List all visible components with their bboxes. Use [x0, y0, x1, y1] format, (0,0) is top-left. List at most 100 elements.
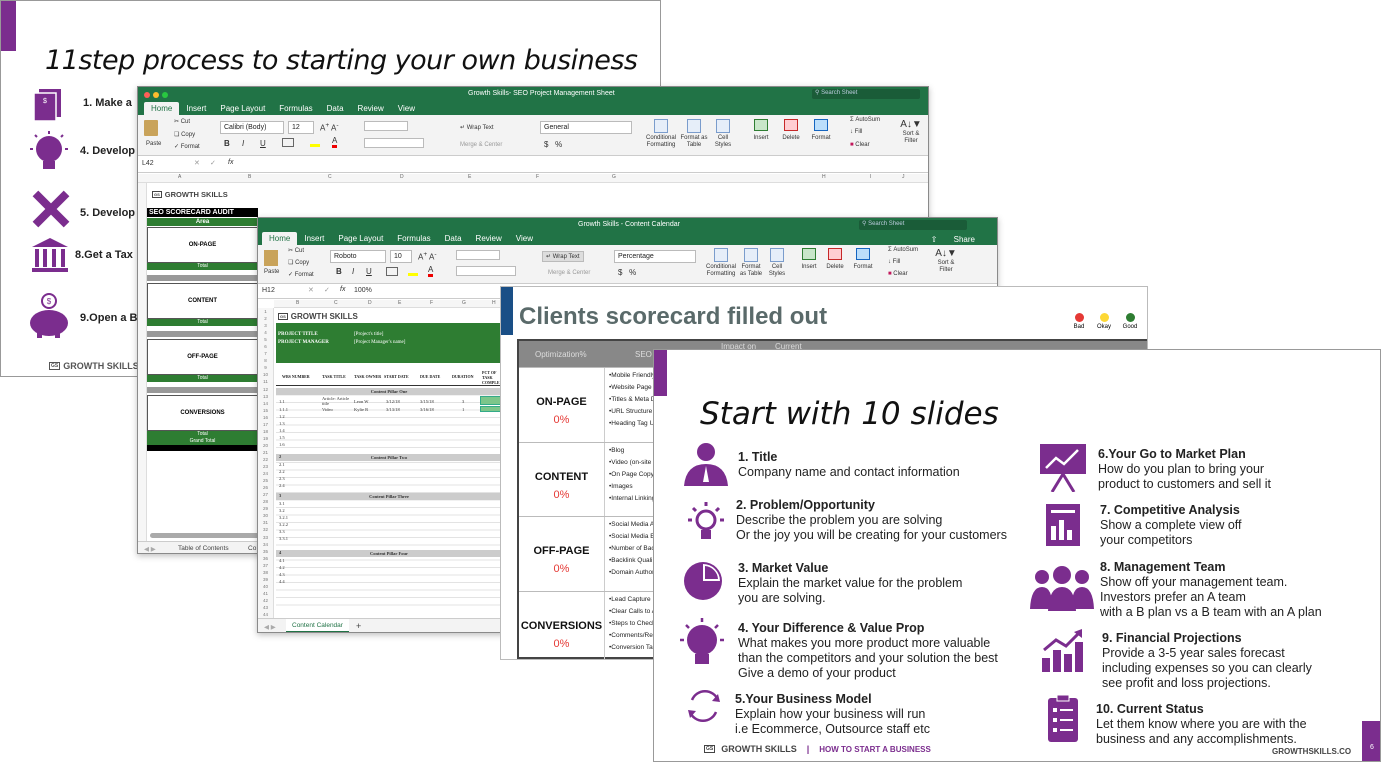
align-top-icon[interactable] — [456, 250, 500, 260]
row-number[interactable]: 8 — [258, 357, 273, 364]
window-titlebar[interactable]: Growth Skills - Content Calendar ⚲ Searc… — [258, 218, 997, 232]
row-number[interactable]: 30 — [258, 512, 273, 519]
fill-color-icon[interactable] — [310, 138, 320, 147]
wbs-cell[interactable]: 2.2 — [279, 469, 285, 474]
cut-button[interactable]: ✂ Cut — [174, 118, 190, 125]
enter-icon[interactable]: ✓ — [210, 159, 216, 167]
cell[interactable]: 3/13/18 — [386, 407, 400, 412]
wbs-cell[interactable]: 2 — [279, 454, 281, 459]
prev-sheet-icon[interactable]: ◀ ▶ — [264, 623, 276, 631]
row-number[interactable]: 33 — [258, 534, 273, 541]
autosum-button[interactable]: Σ AutoSum — [888, 247, 918, 253]
tab-data[interactable]: Data — [438, 232, 469, 245]
cancel-icon[interactable]: ✕ — [194, 159, 200, 167]
cancel-icon[interactable]: ✕ — [308, 286, 314, 294]
row-number[interactable]: 5 — [258, 336, 273, 343]
paste-button[interactable]: Paste — [146, 141, 161, 147]
column-header[interactable]: H — [822, 174, 826, 180]
tab-home[interactable]: Home — [144, 102, 180, 115]
align-left-icon[interactable] — [456, 266, 516, 276]
name-box[interactable]: L42 — [142, 160, 154, 167]
wbs-cell[interactable]: 3.2.1 — [279, 515, 288, 520]
cell[interactable]: 1.1.1 — [279, 407, 288, 412]
search-box[interactable]: ⚲ Search Sheet — [859, 220, 967, 230]
row-number[interactable]: 12 — [258, 386, 273, 393]
column-header[interactable]: I — [870, 174, 871, 180]
function-icon[interactable]: fx — [340, 286, 345, 293]
column-header[interactable]: B — [296, 300, 299, 306]
paste-button[interactable]: Paste — [264, 269, 279, 275]
font-family-select[interactable]: Roboto — [330, 250, 386, 263]
copy-button[interactable]: ❏ Copy — [174, 131, 195, 138]
tab-page-layout[interactable]: Page Layout — [331, 232, 390, 245]
copy-button[interactable]: ❏ Copy — [288, 259, 309, 266]
column-header[interactable]: E — [468, 174, 471, 180]
row-number[interactable]: 39 — [258, 576, 273, 583]
sheet-tab[interactable]: Table of Contents — [178, 545, 229, 552]
tab-insert[interactable]: Insert — [297, 232, 331, 245]
row-number[interactable]: 38 — [258, 569, 273, 576]
row-number[interactable]: 17 — [258, 421, 273, 428]
tab-home[interactable]: Home — [262, 232, 298, 245]
wbs-cell[interactable]: 3.1 — [279, 501, 285, 506]
italic-button[interactable]: I — [242, 139, 244, 148]
wbs-cell[interactable]: 1.6 — [279, 442, 285, 447]
cell[interactable]: Video — [322, 407, 333, 412]
merge-center-button[interactable]: Merge & Center — [548, 270, 590, 276]
fill-color-icon[interactable] — [408, 267, 418, 276]
cell[interactable]: Leon W — [354, 399, 369, 404]
fill-button[interactable]: ↓ Fill — [888, 259, 900, 265]
cell[interactable]: 3/16/18 — [420, 407, 434, 412]
row-number[interactable]: 43 — [258, 604, 273, 611]
row-number[interactable]: 41 — [258, 590, 273, 597]
row-number[interactable]: 28 — [258, 498, 273, 505]
wbs-cell[interactable]: 4.3 — [279, 572, 285, 577]
close-button[interactable] — [144, 91, 150, 98]
column-header[interactable]: H — [492, 300, 496, 306]
row-number[interactable]: 37 — [258, 562, 273, 569]
prev-sheet-icon[interactable]: ◀ ▶ — [144, 545, 156, 553]
row-number[interactable]: 44 — [258, 611, 273, 618]
row-number[interactable]: 24 — [258, 470, 273, 477]
delete-button[interactable]: Delete — [824, 248, 846, 270]
cell[interactable]: 1 — [462, 407, 464, 412]
conditional-formatting-button[interactable]: Conditional Formatting — [644, 119, 678, 149]
format-as-table-button[interactable]: Format as Table — [738, 248, 764, 278]
progress-cell[interactable] — [480, 396, 502, 405]
row-number[interactable]: 40 — [258, 583, 273, 590]
tab-data[interactable]: Data — [320, 102, 351, 115]
row-number[interactable]: 29 — [258, 505, 273, 512]
column-header[interactable]: F — [430, 300, 433, 306]
currency-button[interactable]: $ % — [618, 268, 636, 277]
wbs-cell[interactable]: 4.4 — [279, 579, 285, 584]
cell[interactable]: 3/15/18 — [420, 399, 434, 404]
wbs-cell[interactable]: 4 — [279, 550, 281, 555]
row-number[interactable]: 20 — [258, 442, 273, 449]
row-number[interactable]: 9 — [258, 364, 273, 371]
wbs-cell[interactable]: 1.4 — [279, 428, 285, 433]
insert-button[interactable]: Insert — [750, 119, 772, 141]
row-number[interactable]: 14 — [258, 400, 273, 407]
function-icon[interactable]: fx — [228, 159, 233, 166]
row-number[interactable]: 27 — [258, 491, 273, 498]
add-sheet-button[interactable]: + — [356, 621, 361, 631]
font-grow-icon[interactable]: A+ A- — [418, 251, 437, 262]
paste-icon[interactable] — [264, 250, 278, 266]
format-button[interactable]: Format — [852, 248, 874, 270]
sort-filter-button[interactable]: A↓▼ Sort & Filter — [932, 248, 960, 274]
tab-view[interactable]: View — [509, 232, 540, 245]
row-number[interactable]: 36 — [258, 555, 273, 562]
row-number[interactable]: 2 — [258, 315, 273, 322]
row-number[interactable]: 31 — [258, 519, 273, 526]
border-icon[interactable] — [282, 138, 294, 147]
wbs-cell[interactable]: 1.5 — [279, 435, 285, 440]
wbs-cell[interactable]: 1.2 — [279, 414, 285, 419]
number-format-select[interactable]: General — [540, 121, 632, 134]
border-icon[interactable] — [386, 267, 398, 276]
autosum-button[interactable]: Σ AutoSum — [850, 117, 880, 123]
minimize-button[interactable] — [153, 91, 159, 98]
column-header[interactable]: A — [178, 174, 181, 180]
column-header[interactable]: J — [902, 174, 905, 180]
wbs-cell[interactable]: 3.3.1 — [279, 536, 288, 541]
wbs-cell[interactable]: 4.2 — [279, 565, 285, 570]
